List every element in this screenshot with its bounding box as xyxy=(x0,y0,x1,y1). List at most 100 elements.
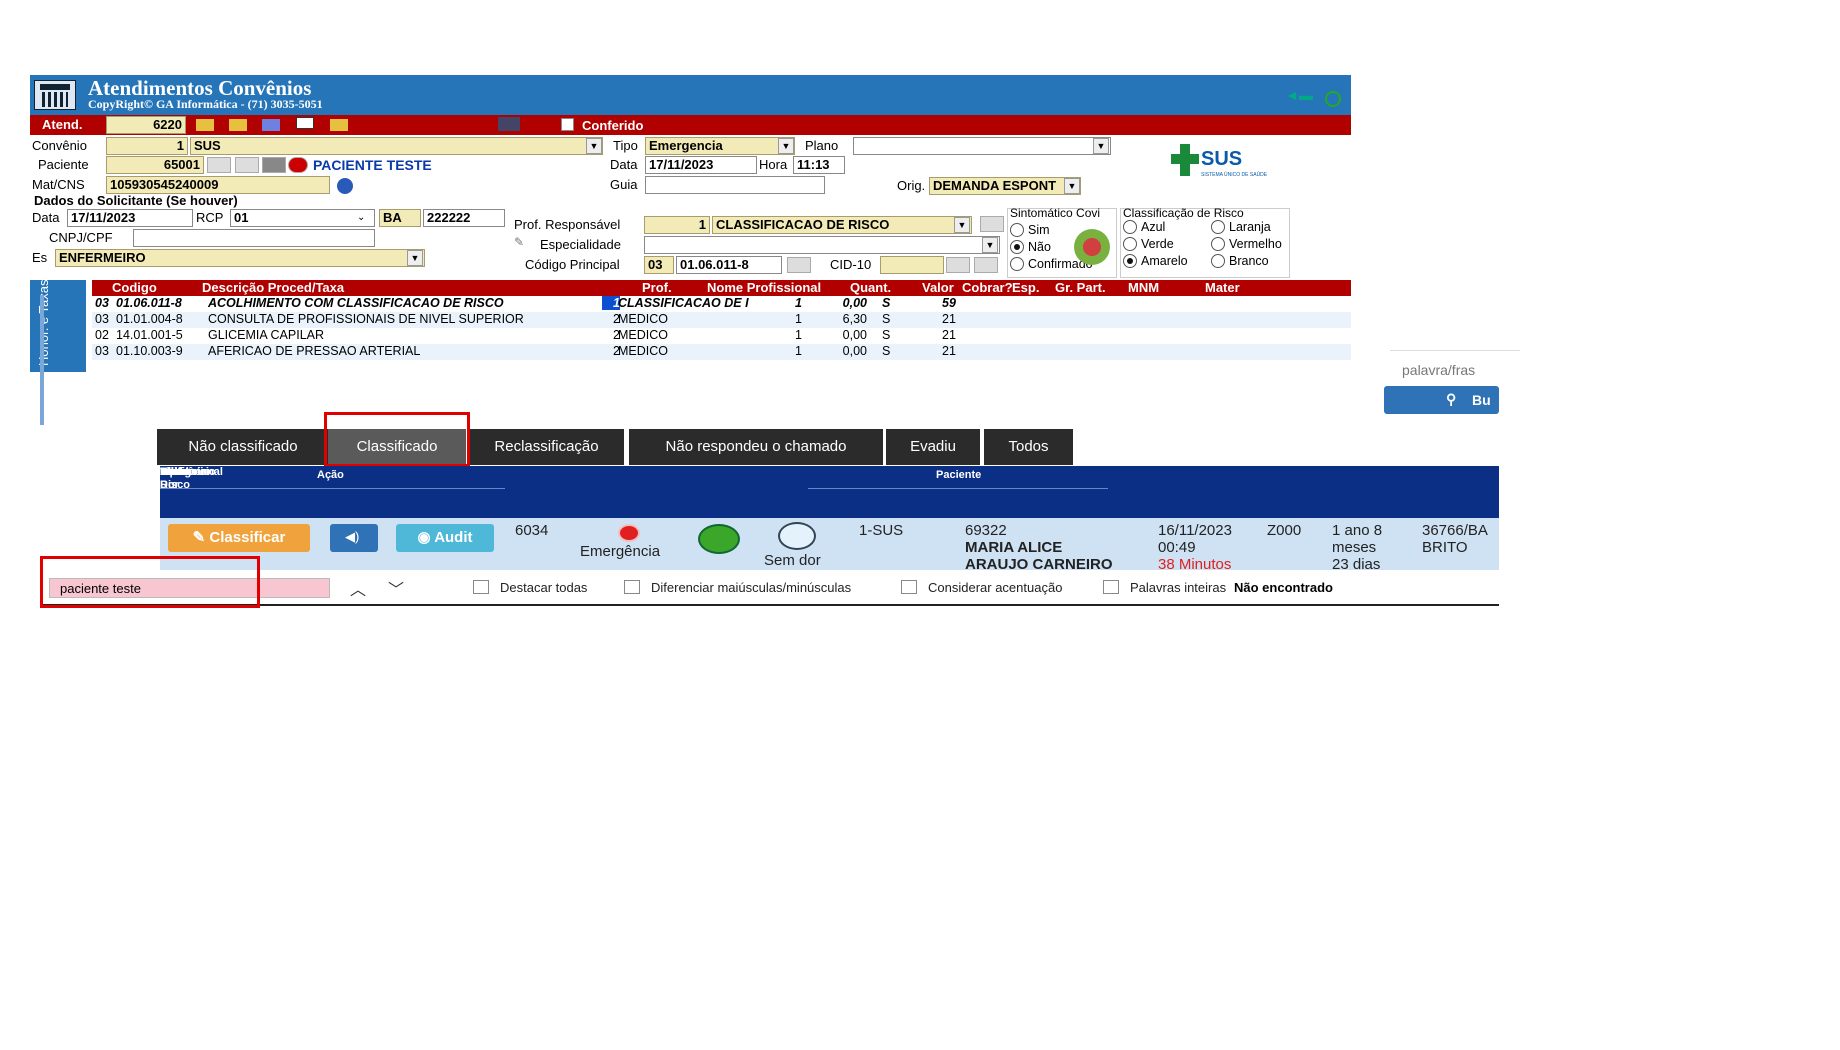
risco-radio[interactable] xyxy=(1211,220,1225,234)
grid-row[interactable]: 03 01.01.004-8 CONSULTA DE PROFISSIONAIS D… xyxy=(92,312,1351,328)
phone-icon[interactable] xyxy=(288,157,308,173)
sol-data-field[interactable]: 17/11/2023 xyxy=(67,209,193,227)
risco-radio[interactable] xyxy=(1123,254,1137,268)
find-option-checkbox[interactable] xyxy=(624,580,640,594)
cid-clear-icon[interactable] xyxy=(974,257,998,273)
rcp-field[interactable]: 01 xyxy=(230,209,375,227)
prof-resp-code[interactable]: 1 xyxy=(644,216,710,234)
conferido-label: Conferido xyxy=(582,118,644,133)
grid-col-header[interactable]: Cobrar? xyxy=(962,280,1013,295)
find-option-checkbox[interactable] xyxy=(901,580,917,594)
tool-icon-1[interactable] xyxy=(196,119,214,131)
grid-cell: 1 xyxy=(795,344,802,358)
grid-row[interactable]: 03 01.06.011-8 ACOLHIMENTO COM CLASSIFICAC… xyxy=(92,296,1351,312)
tipo-dropdown-icon[interactable]: ▼ xyxy=(778,138,794,154)
grid-row[interactable]: 03 01.10.003-9 AFERICAO DE PRESSAO ARTERIA… xyxy=(92,344,1351,360)
grid-col-header[interactable]: Gr. Part. xyxy=(1055,280,1106,295)
convenio-name-field[interactable]: SUS xyxy=(190,137,603,155)
cid-field[interactable] xyxy=(880,256,944,274)
find-option-checkbox[interactable] xyxy=(473,580,489,594)
search-binoculars-icon[interactable] xyxy=(207,157,231,173)
grid-col-header[interactable]: Descrição Proced/Taxa xyxy=(202,280,344,295)
som-button[interactable]: ◀) xyxy=(330,524,378,552)
grid-col-header[interactable]: Prof. xyxy=(642,280,672,295)
tool-icon-5[interactable] xyxy=(330,119,348,131)
tab-0[interactable]: Não classificado xyxy=(157,429,329,465)
find-option-checkbox[interactable] xyxy=(1103,580,1119,594)
mat-field[interactable]: 105930545240009 xyxy=(106,176,330,194)
cnpj-field[interactable] xyxy=(133,229,375,247)
risco-radio[interactable] xyxy=(1211,237,1225,251)
tool-icon-3[interactable] xyxy=(262,119,280,131)
plano-dropdown-icon[interactable]: ▼ xyxy=(1093,138,1109,154)
pin-icon[interactable]: ✎ xyxy=(514,235,524,249)
tab-4[interactable]: Evadiu xyxy=(886,429,980,465)
grid-col-header[interactable]: Nome Profissional xyxy=(707,280,821,295)
espec-dropdown-icon[interactable]: ▼ xyxy=(982,237,998,253)
grid-col-header[interactable]: Quant. xyxy=(850,280,891,295)
table-col-header[interactable]: Profissional xyxy=(160,466,223,478)
tipo-field[interactable]: Emergencia xyxy=(645,137,795,155)
audit-button[interactable]: ◉ Audit xyxy=(396,524,494,552)
find-prev-icon[interactable]: ︿ xyxy=(350,576,366,600)
tab-5[interactable]: Todos xyxy=(984,429,1073,465)
orig-field[interactable]: DEMANDA ESPONT xyxy=(929,177,1081,195)
risco-radio[interactable] xyxy=(1123,237,1137,251)
search-input[interactable]: palavra/fras xyxy=(1402,362,1475,378)
cod-prefix-field[interactable]: 03 xyxy=(644,256,674,274)
risco-radio[interactable] xyxy=(1211,254,1225,268)
guia-field[interactable] xyxy=(645,176,825,194)
grid-row[interactable]: 02 14.01.001-5 GLICEMIA CAPILAR 2 MEDICO 1 0,0… xyxy=(92,328,1351,344)
convenio-dropdown-icon[interactable]: ▼ xyxy=(586,138,602,154)
grid-col-header[interactable]: Esp. xyxy=(1012,280,1039,295)
covid-radio[interactable] xyxy=(1010,223,1024,237)
espec-field[interactable] xyxy=(644,236,1000,254)
prof-resp-name[interactable]: CLASSIFICACAO DE RISCO xyxy=(712,216,972,234)
grid-col-header[interactable]: MNM xyxy=(1128,280,1159,295)
prof-search-icon[interactable] xyxy=(980,216,1004,232)
cid-search-icon[interactable] xyxy=(946,257,970,273)
data-field[interactable]: 17/11/2023 xyxy=(645,156,757,174)
classificar-button[interactable]: ✎ Classificar xyxy=(168,524,310,552)
tool-icon-4[interactable] xyxy=(296,117,314,129)
globe-icon-2[interactable] xyxy=(337,178,353,194)
back-arrow-icon[interactable]: ◄▬ xyxy=(1285,87,1313,103)
find-option-label: Diferenciar maiúsculas/minúsculas xyxy=(651,580,852,595)
grid-col-header[interactable]: Valor xyxy=(922,280,954,295)
tab-2[interactable]: Reclassificação xyxy=(469,429,624,465)
plano-field[interactable] xyxy=(853,137,1111,155)
risco-radio[interactable] xyxy=(1123,220,1137,234)
table-row[interactable]: ✎ Classificar ◀) ◉ Audit 6034 Emergência… xyxy=(160,518,1499,570)
grid-cell: 1 xyxy=(795,328,802,342)
tab-3[interactable]: Não respondeu o chamado xyxy=(629,429,883,465)
globe-icon[interactable] xyxy=(1325,91,1341,107)
num-field[interactable]: 222222 xyxy=(423,209,505,227)
orig-dropdown-icon[interactable]: ▼ xyxy=(1064,178,1080,194)
esp-field[interactable]: ENFERMEIRO xyxy=(55,249,425,267)
grid-col-header[interactable]: Mater xyxy=(1205,280,1240,295)
grid-col-header[interactable]: Codigo xyxy=(112,280,157,295)
card-icon[interactable] xyxy=(235,157,259,173)
rcp-dropdown-icon[interactable]: ⌄ xyxy=(357,212,365,223)
covid-radio[interactable] xyxy=(1010,240,1024,254)
cod-field[interactable]: 01.06.011-8 xyxy=(676,256,782,274)
atend-field[interactable]: 6220 xyxy=(106,116,186,134)
tool-icon-2[interactable] xyxy=(229,119,247,131)
hora-field[interactable]: 11:13 xyxy=(793,156,845,174)
print-icon-2[interactable] xyxy=(262,157,286,173)
cod-search-icon[interactable] xyxy=(787,257,811,273)
honor-taxas-tab[interactable]: Honor. e Taxas xyxy=(30,280,86,372)
sol-data-label: Data xyxy=(32,210,60,225)
conferido-checkbox[interactable] xyxy=(561,118,574,131)
paciente-code-field[interactable]: 65001 xyxy=(106,156,204,174)
search-button[interactable]: ⚲ Bu xyxy=(1384,386,1499,414)
group-acao: Ação xyxy=(317,469,344,481)
esp-dropdown-icon[interactable]: ▼ xyxy=(407,250,423,266)
uf-field[interactable]: BA xyxy=(379,209,421,227)
prof-dropdown-icon[interactable]: ▼ xyxy=(954,217,970,233)
solicitante-title: Dados do Solicitante (Se houver) xyxy=(34,193,238,208)
find-next-icon[interactable]: ﹀ xyxy=(388,576,404,600)
convenio-code-field[interactable]: 1 xyxy=(106,137,188,155)
covid-radio[interactable] xyxy=(1010,257,1024,271)
print-icon[interactable] xyxy=(498,117,520,131)
